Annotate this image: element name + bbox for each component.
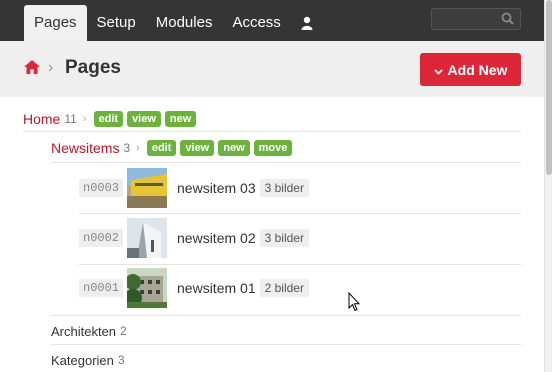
top-navbar: Pages Setup Modules Access: [0, 0, 544, 41]
add-new-label: Add New: [447, 61, 508, 78]
divider: [51, 344, 521, 345]
divider: [23, 131, 521, 132]
view-button[interactable]: view: [127, 111, 161, 127]
mouse-cursor-icon: [348, 291, 361, 317]
nav-setup[interactable]: Setup: [87, 5, 146, 41]
move-button[interactable]: move: [253, 140, 293, 156]
add-new-button[interactable]: Add New: [420, 53, 521, 86]
image-count-badge: 3 bilder: [259, 229, 309, 247]
list-item[interactable]: n0003 newsitem 03 3 bilder: [79, 168, 309, 208]
image-count-badge: 2 bilder: [259, 279, 309, 297]
scrollbar[interactable]: [544, 0, 552, 372]
page-title: Pages: [65, 57, 121, 78]
tree-row-architekten[interactable]: Architekten 2: [51, 322, 127, 340]
new-button[interactable]: new: [218, 140, 250, 156]
thumbnail-image: [127, 268, 168, 308]
child-count: 3: [123, 141, 131, 155]
search-icon[interactable]: [501, 12, 514, 30]
user-icon[interactable]: [291, 5, 323, 41]
page-id: n0003: [79, 179, 124, 197]
child-count: 11: [64, 112, 77, 126]
main-nav: Pages Setup Modules Access: [24, 5, 323, 41]
chevron-right-icon: ›: [82, 113, 87, 125]
nav-pages[interactable]: Pages: [24, 5, 87, 41]
item-title[interactable]: newsitem 02: [177, 230, 256, 246]
thumbnail-image: [127, 218, 168, 258]
edit-button[interactable]: edit: [93, 111, 124, 127]
page-link-architekten[interactable]: Architekten: [51, 324, 116, 339]
nav-access[interactable]: Access: [222, 5, 290, 41]
scrollbar-thumb[interactable]: [546, 0, 552, 175]
nav-modules[interactable]: Modules: [146, 5, 223, 41]
breadcrumb-chevron-icon: ›: [48, 59, 54, 76]
child-count: 3: [117, 353, 125, 367]
page-link-kategorien[interactable]: Kategorien: [51, 353, 114, 368]
page-id: n0001: [79, 279, 124, 297]
list-item[interactable]: n0001 newsitem 01 2 bilder: [79, 268, 309, 308]
home-icon[interactable]: [24, 60, 40, 79]
view-button[interactable]: view: [180, 140, 215, 156]
search-input[interactable]: [431, 8, 521, 30]
page-header: › Pages Add New: [0, 41, 544, 97]
child-count: 2: [120, 324, 127, 338]
divider: [79, 213, 521, 214]
divider: [51, 315, 521, 316]
list-item[interactable]: n0002 newsitem 02 3 bilder: [79, 218, 309, 258]
edit-button[interactable]: edit: [146, 140, 177, 156]
page-link-home[interactable]: Home: [23, 111, 60, 127]
item-title[interactable]: newsitem 01: [177, 280, 256, 296]
divider: [51, 162, 521, 163]
item-title[interactable]: newsitem 03: [177, 180, 256, 196]
tree-row-kategorien[interactable]: Kategorien 3: [51, 351, 125, 369]
page-link-newsitems[interactable]: Newsitems: [51, 140, 119, 156]
tree-row-newsitems: Newsitems 3 › edit view new move: [51, 139, 293, 157]
page-id: n0002: [79, 229, 124, 247]
divider: [79, 264, 521, 265]
image-count-badge: 3 bilder: [259, 179, 309, 197]
chevron-down-icon: [433, 62, 443, 78]
thumbnail-image: [127, 168, 168, 208]
new-button[interactable]: new: [164, 111, 197, 127]
chevron-right-icon: ›: [136, 142, 140, 154]
tree-row-home: Home 11 › edit view new: [23, 110, 197, 128]
